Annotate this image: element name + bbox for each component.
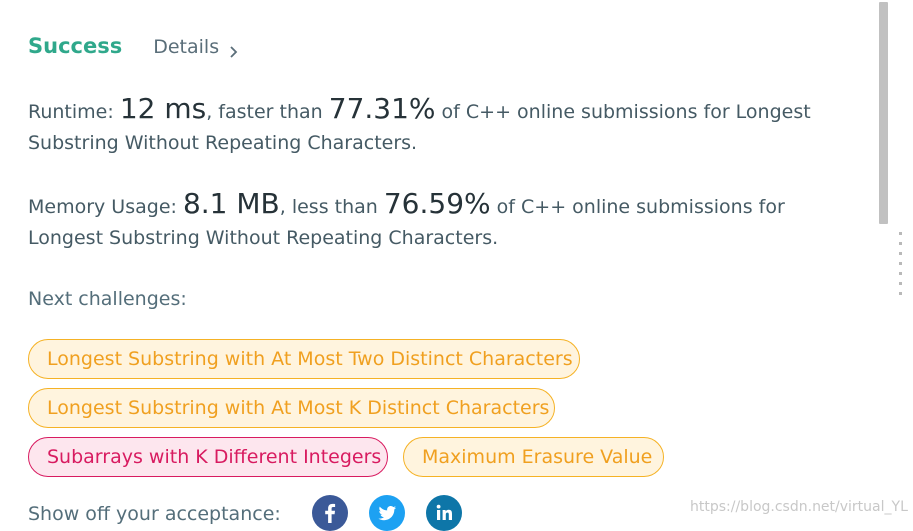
challenge-chip[interactable]: Longest Substring with At Most K Distinc… <box>28 388 555 428</box>
submission-status-header: Success Details <box>28 34 239 58</box>
runtime-label: Runtime: <box>28 101 120 123</box>
watermark: https://blog.csdn.net/virtual_YL <box>690 499 908 515</box>
success-status: Success <box>28 34 123 58</box>
memory-stat: Memory Usage: 8.1 MB, less than 76.59% o… <box>28 188 848 254</box>
scrollbar-thumb[interactable] <box>879 2 888 224</box>
memory-percent: 76.59% <box>383 187 491 220</box>
memory-value: 8.1 MB <box>182 187 280 220</box>
runtime-stat: Runtime: 12 ms, faster than 77.31% of C+… <box>28 93 848 159</box>
challenge-chip[interactable]: Maximum Erasure Value <box>403 437 664 477</box>
runtime-comparison: , faster than <box>206 101 329 123</box>
memory-comparison: , less than <box>279 196 384 218</box>
memory-label: Memory Usage: <box>28 196 183 218</box>
challenge-chip[interactable]: Subarrays with K Different Integers <box>28 437 388 477</box>
challenge-chip[interactable]: Longest Substring with At Most Two Disti… <box>28 339 580 379</box>
runtime-percent: 77.31% <box>328 92 436 125</box>
chevron-right-icon <box>229 41 239 58</box>
share-label: Show off your acceptance: <box>28 503 281 525</box>
details-label: Details <box>153 36 220 58</box>
panel-resize-handle[interactable] <box>899 232 903 298</box>
next-challenges-label: Next challenges: <box>28 288 187 310</box>
details-link[interactable]: Details <box>153 36 239 58</box>
runtime-value: 12 ms <box>119 92 207 125</box>
